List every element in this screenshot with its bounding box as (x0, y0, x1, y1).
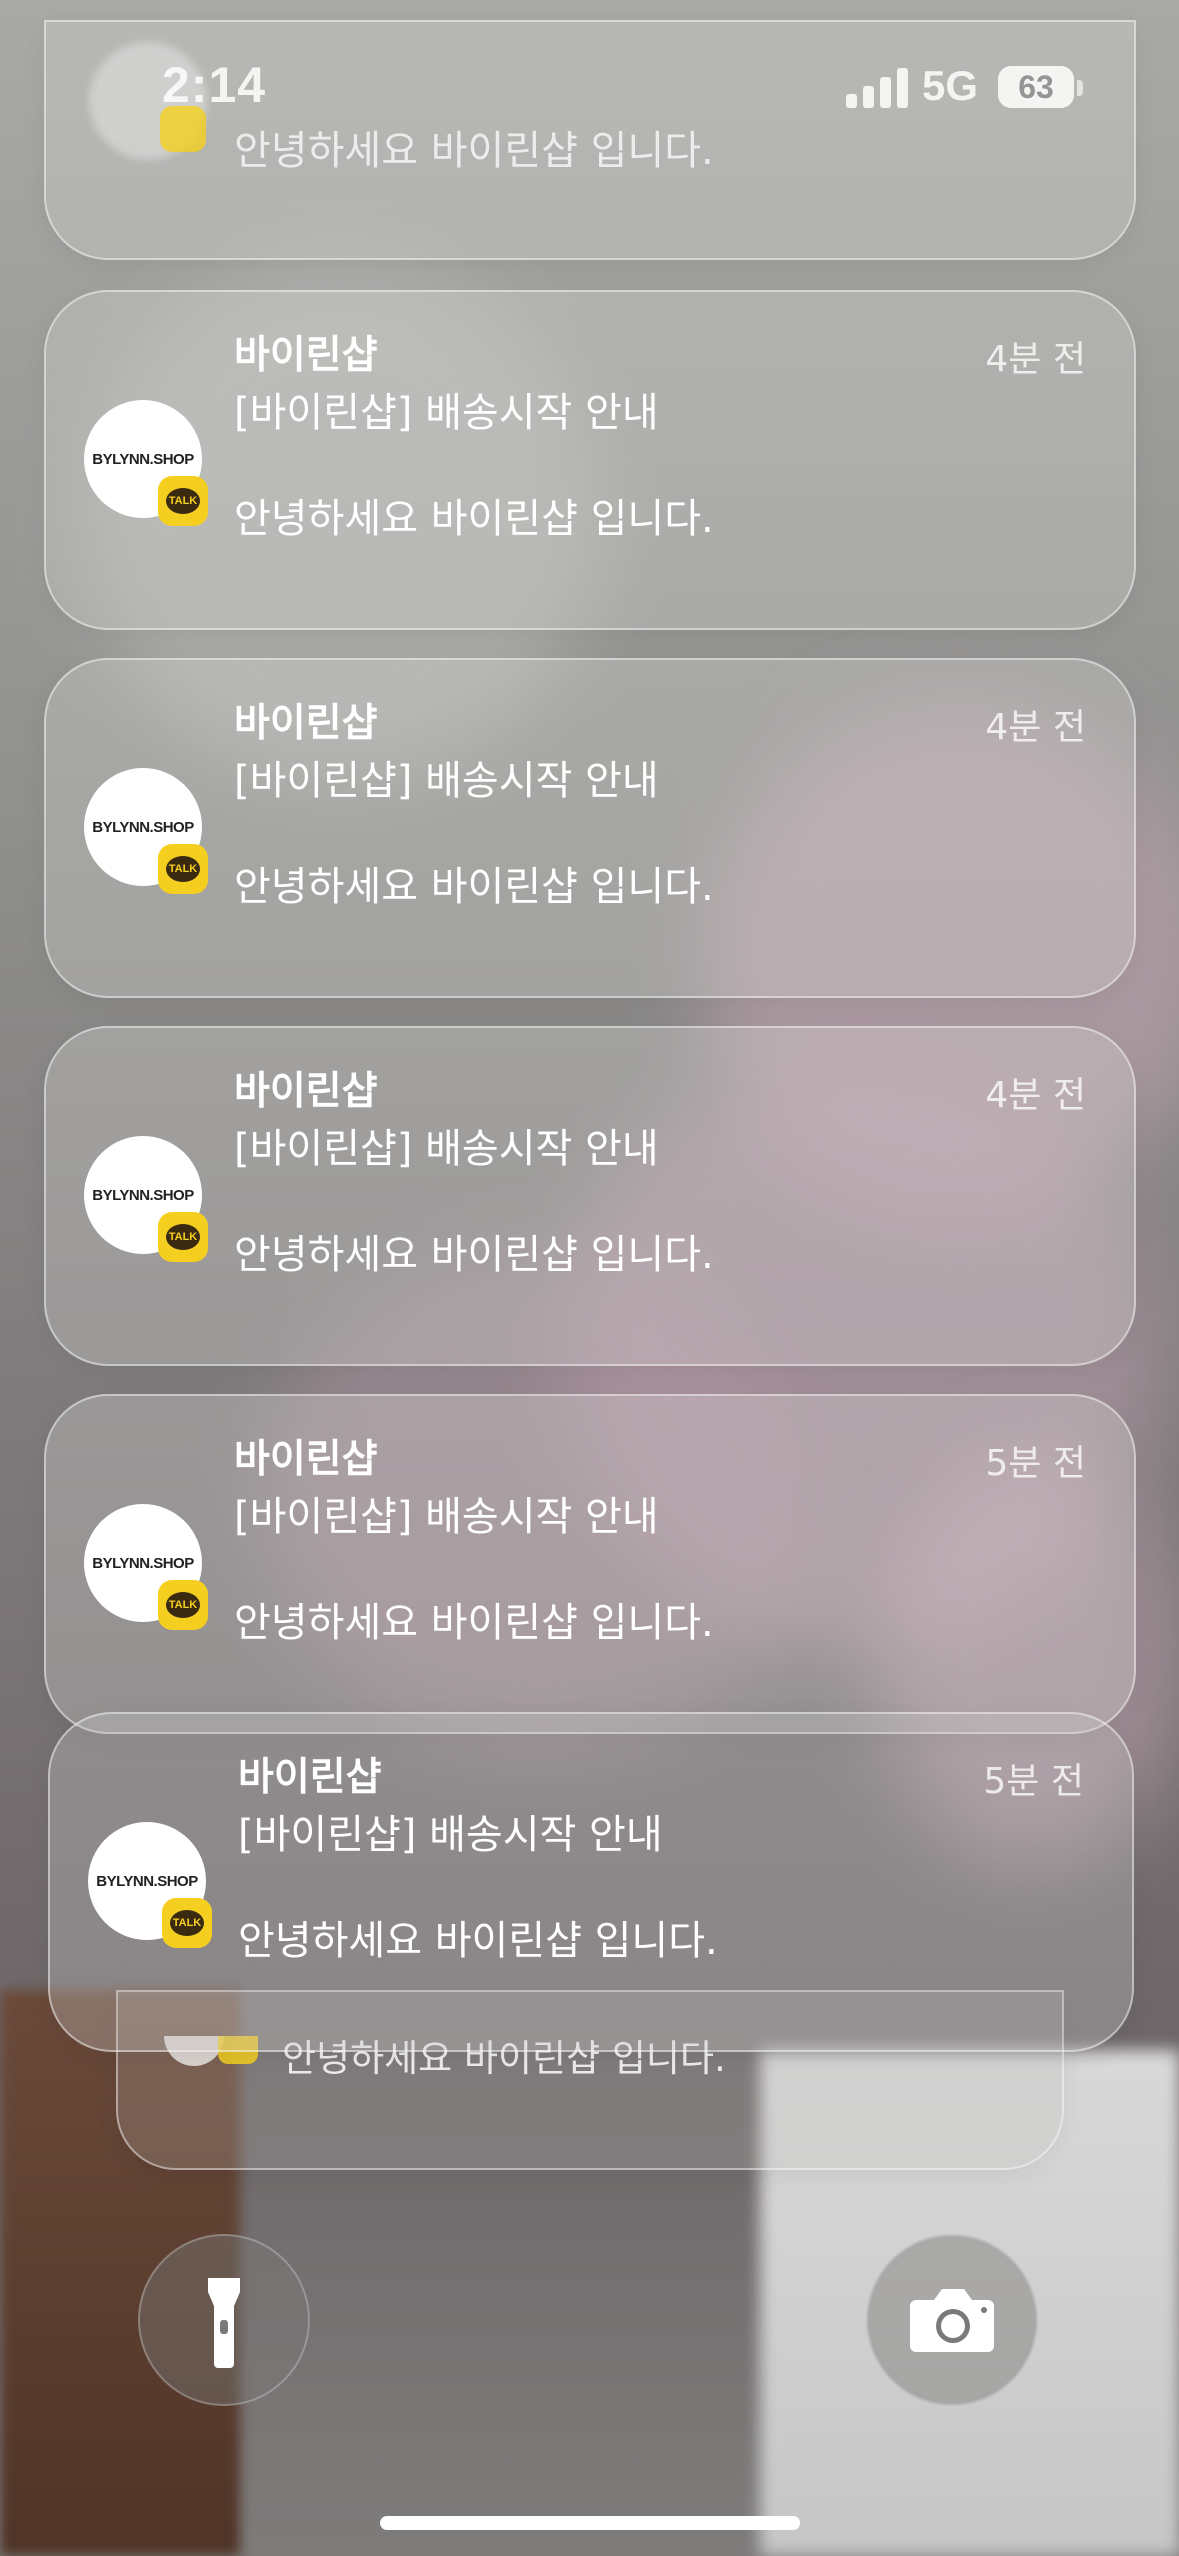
kakaotalk-badge-icon: TALK (158, 476, 208, 526)
notification-time: 4분 전 (985, 1075, 1086, 1116)
notification-app-name: 바이린샵 (234, 1437, 378, 1482)
notification-app-name: 바이린샵 (234, 333, 378, 378)
notification-card[interactable]: BYLYNN.SHOP TALK 바이린샵 4분 전 [바이린샵] 배송시작 안… (44, 658, 1136, 998)
notification-title: [바이린샵] 배송시작 안내 (234, 1494, 659, 1540)
notification-time: 5분 전 (985, 1443, 1086, 1484)
notification-time: 4분 전 (985, 339, 1086, 380)
notification-body: 안녕하세요 바이린샵 입니다. (234, 1232, 714, 1278)
notification-body: 안녕하세요 바이린샵 입니다. (234, 496, 714, 542)
camera-icon (910, 2289, 994, 2352)
notification-app-name: 바이린샵 (238, 1755, 382, 1800)
notification-card[interactable]: BYLYNN.SHOP TALK 바이린샵 4분 전 [바이린샵] 배송시작 안… (44, 290, 1136, 630)
flashlight-icon (208, 2278, 240, 2368)
kakaotalk-badge-icon: TALK (158, 1580, 208, 1630)
notification-stack-top-peek[interactable]: 안녕하세요 바이린샵 입니다. (44, 20, 1136, 260)
notification-time: 5분 전 (983, 1761, 1084, 1802)
notification-title: [바이린샵] 배송시작 안내 (238, 1812, 663, 1858)
notification-time: 4분 전 (985, 707, 1086, 748)
kakaotalk-badge-icon: TALK (158, 844, 208, 894)
notification-app-name: 바이린샵 (234, 701, 378, 746)
notification-title: [바이린샵] 배송시작 안내 (234, 758, 659, 804)
notification-body: 안녕하세요 바이린샵 입니다. (234, 128, 714, 174)
kakaotalk-badge-icon: TALK (158, 1212, 208, 1262)
kakaotalk-badge-icon (160, 106, 206, 152)
camera-button[interactable] (866, 2234, 1038, 2406)
notification-app-name: 바이린샵 (234, 1069, 378, 1114)
notification-body: 안녕하세요 바이린샵 입니다. (234, 864, 714, 910)
notification-body: 안녕하세요 바이린샵 입니다. (238, 1918, 718, 1964)
home-indicator[interactable] (380, 2516, 800, 2530)
notification-card[interactable]: BYLYNN.SHOP TALK 바이린샵 4분 전 [바이린샵] 배송시작 안… (44, 1026, 1136, 1366)
flashlight-button[interactable] (138, 2234, 310, 2406)
notification-title: [바이린샵] 배송시작 안내 (234, 390, 659, 436)
notification-card[interactable]: BYLYNN.SHOP TALK 바이린샵 5분 전 [바이린샵] 배송시작 안… (44, 1394, 1136, 1734)
notification-card[interactable]: BYLYNN.SHOP TALK 바이린샵 5분 전 [바이린샵] 배송시작 안… (48, 1712, 1134, 2052)
kakaotalk-badge-icon: TALK (162, 1898, 212, 1948)
notification-title: [바이린샵] 배송시작 안내 (234, 1126, 659, 1172)
notification-body: 안녕하세요 바이린샵 입니다. (234, 1600, 714, 1646)
